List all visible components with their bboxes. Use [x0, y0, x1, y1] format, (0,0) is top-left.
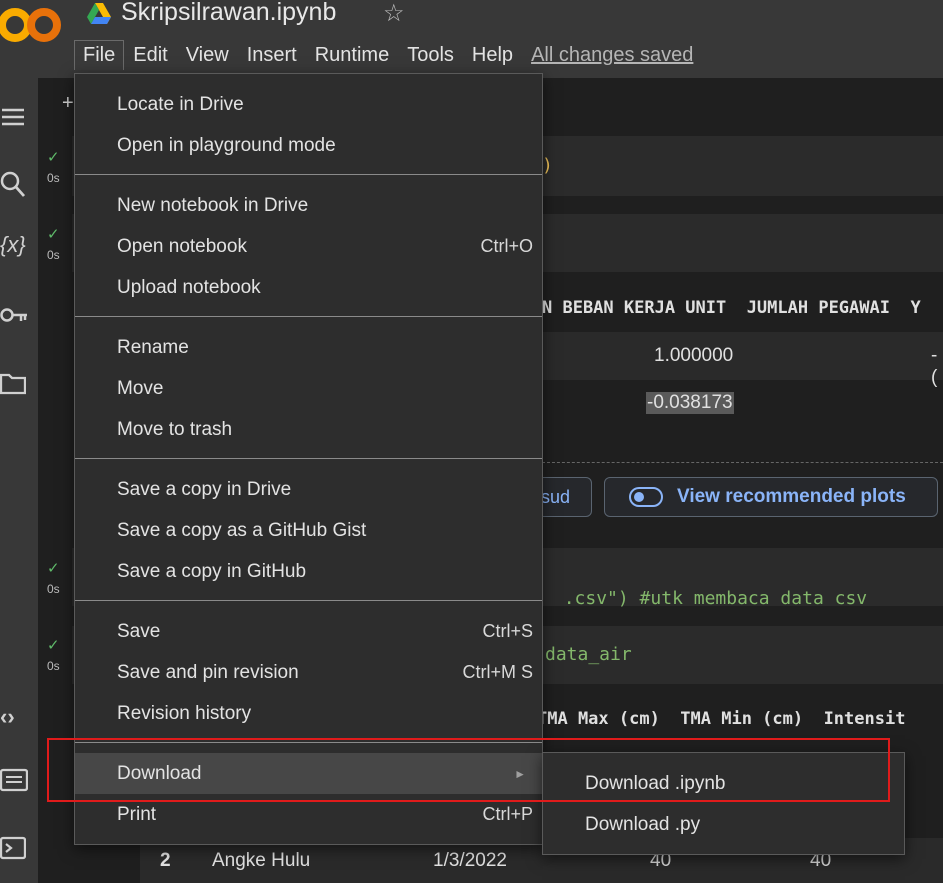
menu-save-copy-github[interactable]: Save a copy in GitHub — [75, 551, 542, 592]
google-drive-icon[interactable] — [86, 2, 112, 26]
code-snippets-icon[interactable]: ‹› — [0, 704, 15, 730]
notebook-title[interactable]: Skripsilrawan.ipynb — [121, 0, 336, 27]
code-text: data_air — [545, 644, 632, 665]
code-comment: #utk membaca data csv — [628, 588, 868, 609]
menu-open-playground[interactable]: Open in playground mode — [75, 125, 542, 166]
table-cell: 1.000000 — [654, 345, 734, 366]
table-cell: Angke Hulu — [212, 850, 311, 871]
menu-save-and-pin[interactable]: Save and pin revision Ctrl+M S — [75, 652, 542, 693]
table-cell: -0.038173 — [646, 392, 734, 414]
table-header: TMA Max (cm) TMA Min (cm) Intensit — [537, 709, 906, 729]
cell-exec-time: 0s — [47, 582, 60, 596]
toggle-icon — [629, 487, 663, 507]
variables-icon[interactable]: {x} — [0, 232, 26, 258]
table-cell: 1/3/2022 — [433, 850, 507, 871]
menu-new-notebook[interactable]: New notebook in Drive — [75, 185, 542, 226]
command-palette-icon[interactable] — [0, 768, 29, 797]
menu-rename[interactable]: Rename — [75, 327, 542, 368]
menu-file[interactable]: File — [74, 40, 125, 70]
left-sidebar: {x} ‹› — [0, 78, 38, 883]
save-status-link[interactable]: All changes saved — [522, 40, 702, 71]
cell-exec-time: 0s — [47, 248, 60, 262]
secrets-key-icon[interactable] — [0, 304, 28, 331]
menu-help[interactable]: Help — [463, 40, 522, 71]
terminal-icon[interactable] — [0, 836, 27, 865]
menu-separator — [75, 174, 542, 175]
table-index: 2 — [160, 850, 171, 871]
menu-save[interactable]: Save Ctrl+S — [75, 611, 542, 652]
menu-edit[interactable]: Edit — [124, 40, 176, 71]
menu-separator — [75, 600, 542, 601]
menu-runtime[interactable]: Runtime — [306, 40, 398, 71]
view-recommended-plots-button[interactable]: View recommended plots — [604, 477, 938, 517]
code-string: .csv") — [563, 588, 629, 609]
menu-save-copy-drive[interactable]: Save a copy in Drive — [75, 469, 542, 510]
menu-separator — [75, 458, 542, 459]
menu-save-copy-gist[interactable]: Save a copy as a GitHub Gist — [75, 510, 542, 551]
download-py-item[interactable]: Download .py — [543, 804, 904, 845]
colab-logo-icon[interactable] — [0, 2, 62, 48]
cell-status-check-icon: ✓ — [47, 226, 60, 243]
table-row — [542, 332, 943, 380]
menu-tools[interactable]: Tools — [398, 40, 463, 71]
menu-open-notebook[interactable]: Open notebook Ctrl+O — [75, 226, 542, 267]
add-code-button[interactable]: + — [62, 92, 74, 115]
table-header: N BEBAN KERJA UNIT JUMLAH PEGAWAI Y — [542, 298, 921, 318]
output-divider — [542, 462, 943, 463]
search-icon[interactable] — [0, 170, 26, 203]
menu-revision-history[interactable]: Revision history — [75, 693, 542, 734]
menu-view[interactable]: View — [177, 40, 238, 71]
code-text: ) — [542, 155, 553, 176]
menu-move-to-trash[interactable]: Move to trash — [75, 409, 542, 450]
menu-separator — [75, 316, 542, 317]
menu-upload-notebook[interactable]: Upload notebook — [75, 267, 542, 308]
menu-bar: File Edit View Insert Runtime Tools Help… — [74, 36, 702, 74]
star-icon[interactable]: ☆ — [383, 0, 405, 28]
table-of-contents-icon[interactable] — [0, 104, 26, 135]
menu-locate-in-drive[interactable]: Locate in Drive — [75, 84, 542, 125]
cell-status-check-icon: ✓ — [47, 560, 60, 577]
file-menu-dropdown: Locate in Drive Open in playground mode … — [74, 73, 543, 845]
cell-exec-time: 0s — [47, 659, 60, 673]
cell-exec-time: 0s — [47, 171, 60, 185]
highlight-annotation-box — [47, 738, 890, 802]
table-cell: -( — [931, 345, 938, 388]
cell-status-check-icon: ✓ — [47, 149, 60, 166]
files-folder-icon[interactable] — [0, 370, 27, 401]
cell-status-check-icon: ✓ — [47, 637, 60, 654]
menu-move[interactable]: Move — [75, 368, 542, 409]
menu-insert[interactable]: Insert — [238, 40, 306, 71]
